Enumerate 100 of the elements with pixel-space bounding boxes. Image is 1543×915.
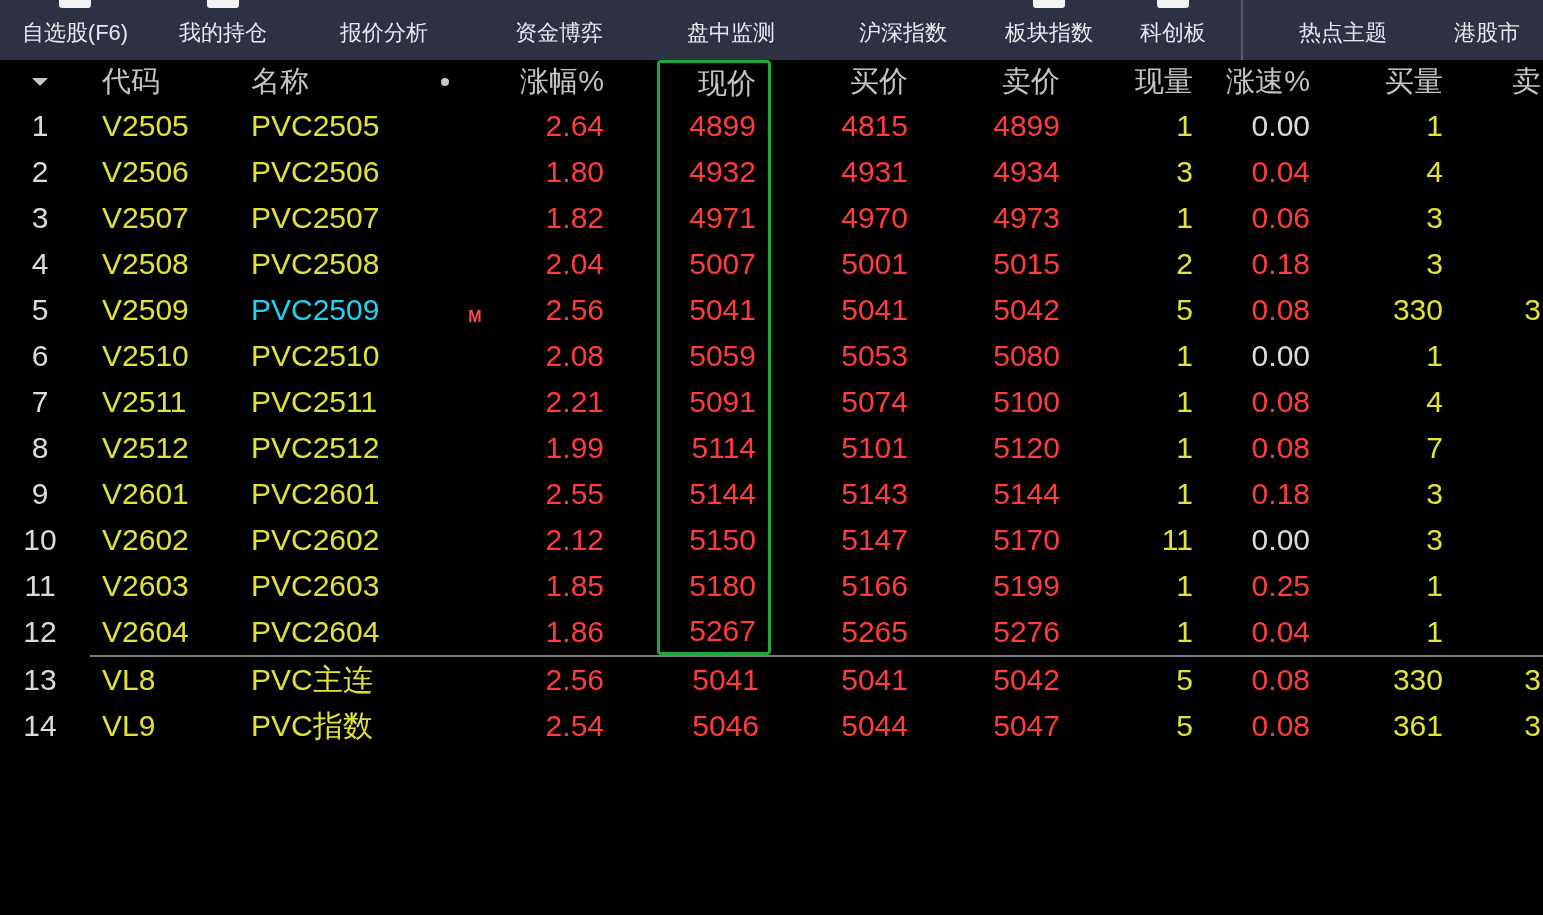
table-cell: 1 [1176,433,1193,463]
table-cell: 5042 [993,295,1060,325]
table-cell: 5100 [993,387,1060,417]
table-cell: 4932 [689,157,756,187]
contract-name[interactable]: PVC2505 [251,111,380,141]
table-cell: 5041 [692,665,759,695]
sort-caret-icon[interactable] [31,76,49,87]
table-cell: 1.99 [545,433,604,463]
column-header[interactable]: 涨幅% [520,67,604,96]
contract-code: V2512 [102,433,189,463]
menu-tab[interactable]: 港股市 [1439,0,1543,60]
table-cell: 3 [1524,665,1541,695]
menu-tab[interactable]: 盘中监测 [645,0,817,60]
table-cell: 5053 [841,341,908,371]
contract-name[interactable]: PVC主连 [251,665,373,695]
table-cell: 5150 [689,525,756,555]
table-cell: 5074 [841,387,908,417]
menu-tab[interactable]: 沪深指数 [817,0,989,60]
contract-code: V2507 [102,203,189,233]
menu-tab[interactable]: 热点主题 [1247,0,1439,60]
contract-name[interactable]: PVC2507 [251,203,380,233]
table-cell: 1 [1426,571,1443,601]
table-cell: 2.54 [545,711,604,741]
contract-name[interactable]: PVC2604 [251,617,380,647]
table-cell: 2.04 [545,249,604,279]
table-cell: 5166 [841,571,908,601]
table-cell: 4934 [993,157,1060,187]
column-header[interactable]: 买量 [1385,67,1443,96]
contract-name[interactable]: PVC2511 [251,387,378,417]
row-number: 6 [31,341,49,371]
menu-tab[interactable]: 板块指数 [989,0,1109,60]
table-cell: 5007 [689,249,756,279]
table-cell: 5 [1176,295,1193,325]
column-header[interactable]: 买价 [850,67,908,96]
table-cell: 1 [1426,111,1443,141]
table-cell: 330 [1392,295,1443,325]
contract-name[interactable]: PVC2601 [251,479,380,509]
contract-name[interactable]: PVC2602 [251,525,380,555]
table-cell: 5170 [993,525,1060,555]
table-cell: 1 [1176,617,1193,647]
menu-tab[interactable]: 报价分析 [295,0,473,60]
table-cell: 5120 [993,433,1060,463]
table-cell: 5199 [993,571,1060,601]
contract-code: V2601 [102,479,189,509]
contract-name[interactable]: PVC2512 [251,433,380,463]
table-cell: 4899 [689,111,756,141]
column-header[interactable]: 涨速% [1226,67,1310,96]
table-cell: 5114 [691,433,756,463]
contract-name[interactable]: PVC2510 [251,341,380,371]
row-number: 12 [23,617,57,647]
table-cell: 1 [1176,479,1193,509]
table-cell: 7 [1426,433,1443,463]
table-cell: 4971 [689,203,756,233]
table-cell: 0.08 [1251,665,1310,695]
column-header[interactable]: 现量 [1135,67,1193,96]
table-cell: 5044 [841,711,908,741]
table-cell: 1.86 [545,617,604,647]
column-header[interactable]: 名称 [251,67,309,96]
contract-name[interactable]: PVC2509 [251,295,380,325]
row-number: 4 [31,249,49,279]
table-cell: 1 [1426,617,1443,647]
column-header[interactable]: 代码 [102,67,160,96]
table-cell: 0.00 [1251,525,1310,555]
column-header[interactable]: 卖价 [1002,67,1060,96]
menu-tab[interactable]: 资金博弈 [473,0,645,60]
table-cell: 5047 [993,711,1060,741]
table-cell: 2.21 [545,387,604,417]
row-number: 13 [23,665,57,695]
menu-tab[interactable]: 自选股(F6) [0,0,150,60]
menu-tab[interactable]: 我的持仓 [150,0,295,60]
table-cell: 3 [1426,249,1443,279]
contract-name[interactable]: PVC指数 [251,711,373,741]
contract-name[interactable]: PVC2506 [251,157,380,187]
column-header[interactable]: 卖 [1512,67,1541,96]
table-cell: 1 [1176,341,1193,371]
contract-name[interactable]: PVC2603 [251,571,380,601]
table-cell: 4 [1426,157,1443,187]
contract-code: V2506 [102,157,189,187]
contract-name[interactable]: PVC2508 [251,249,380,279]
table-cell: 5041 [689,295,756,325]
table-cell: 5265 [841,617,908,647]
table-cell: 1.85 [545,571,604,601]
table-cell: 5015 [993,249,1060,279]
table-cell: 2.12 [545,525,604,555]
table-cell: 1 [1176,571,1193,601]
table-cell: 1 [1176,111,1193,141]
table-cell: 0.18 [1251,249,1310,279]
menu-tab[interactable]: 科创板 [1109,0,1237,60]
contract-code: V2603 [102,571,189,601]
table-cell: 5 [1176,665,1193,695]
contract-code: VL9 [102,711,156,741]
table-cell: 11 [1161,525,1193,555]
table-cell: 3 [1426,203,1443,233]
contract-code: V2602 [102,525,189,555]
table-cell: 5041 [841,295,908,325]
table-cell: 4973 [993,203,1060,233]
table-cell: 3 [1524,711,1541,741]
table-cell: 1 [1176,387,1193,417]
table-cell: 0.06 [1251,203,1310,233]
row-number: 10 [23,525,57,555]
